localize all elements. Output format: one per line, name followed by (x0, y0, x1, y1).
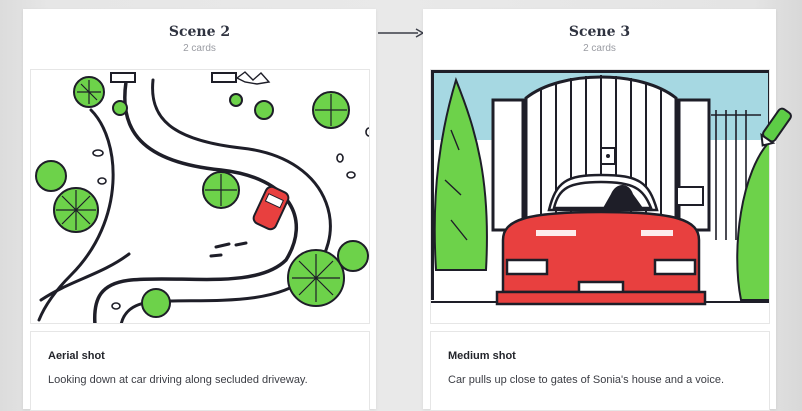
storyboard-card-details[interactable]: Medium shot Car pulls up close to gates … (430, 331, 770, 411)
storyboard-image-gate[interactable] (430, 69, 770, 324)
scene-title: Scene 3 (568, 24, 631, 40)
shot-description: Car pulls up close to gates of Sonia's h… (448, 374, 725, 386)
shot-description: Looking down at car driving along seclud… (48, 374, 308, 386)
storyboard-card-details[interactable]: Aerial shot Looking down at car driving … (30, 331, 370, 411)
scene-column-2: Scene 2 2 cards Aerial shot Looking down… (23, 9, 376, 411)
scene-card-count: 2 cards (183, 43, 216, 54)
arrow-right-icon (378, 28, 424, 38)
scene-card-count: 2 cards (583, 43, 616, 54)
shot-type: Aerial shot (48, 350, 105, 362)
storyboard-image-aerial[interactable] (30, 69, 370, 324)
scene-column-3: Scene 3 2 cards Medium shot Car pulls up… (423, 9, 776, 411)
shot-type: Medium shot (448, 350, 516, 362)
pencil-icon[interactable] (752, 100, 802, 150)
scene-title: Scene 2 (168, 24, 231, 40)
